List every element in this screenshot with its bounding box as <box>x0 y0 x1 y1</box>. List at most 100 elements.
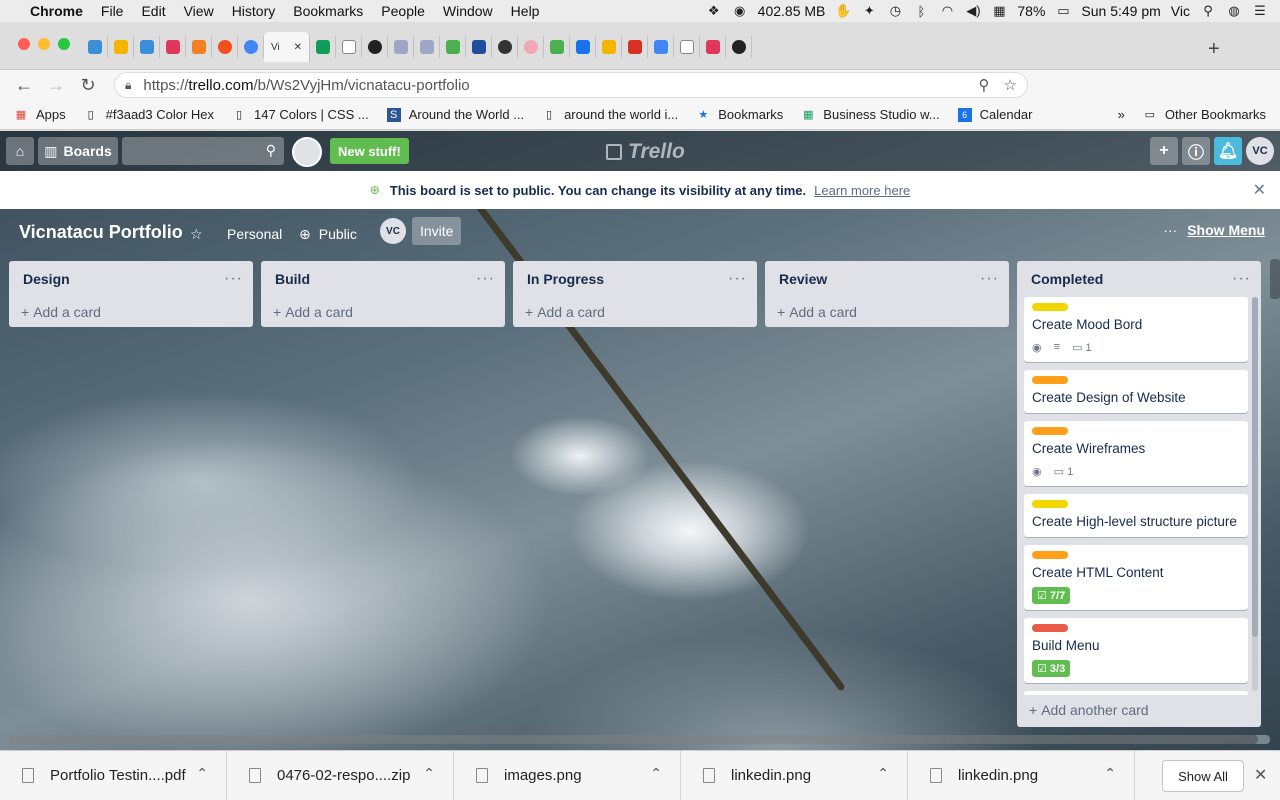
board-scrollbar-thumb[interactable] <box>8 735 1258 744</box>
battery-percent[interactable]: 78% <box>1017 3 1045 19</box>
bluetooth-icon[interactable]: ᛒ <box>913 4 929 19</box>
bookmark-star-icon[interactable]: ☆ <box>1004 76 1017 94</box>
download-item[interactable]: images.png ⌃ <box>454 750 681 800</box>
board-search-input[interactable]: ⚲ <box>122 137 284 165</box>
wifi-icon[interactable]: ◠ <box>939 3 955 18</box>
invite-button[interactable]: Invite <box>412 217 462 245</box>
browser-tab[interactable] <box>186 36 212 58</box>
dropbox-icon[interactable]: ❖ <box>706 3 722 18</box>
new-tab-button[interactable]: + <box>1208 38 1220 61</box>
board-member-avatar[interactable]: VC <box>380 218 406 244</box>
chevron-up-icon[interactable]: ⌃ <box>196 765 208 782</box>
download-item[interactable]: 0476-02-respo....zip ⌃ <box>227 750 454 800</box>
trello-logo[interactable]: Trello <box>606 140 685 164</box>
browser-tab[interactable] <box>726 36 752 58</box>
browser-tab[interactable] <box>596 36 622 58</box>
bookmark-item[interactable]: 6 Calendar <box>957 107 1032 122</box>
create-plus-button[interactable]: + <box>1150 137 1178 165</box>
bookmarks-overflow-button[interactable]: » <box>1118 107 1125 122</box>
add-card-button[interactable]: + Add a card <box>765 297 1009 327</box>
list-title[interactable]: Build <box>275 271 310 287</box>
visibility-button[interactable]: ⊕ Public <box>299 221 357 247</box>
browser-tab[interactable] <box>238 36 264 58</box>
add-card-button[interactable]: + Add a card <box>513 297 757 327</box>
card[interactable]: Create High-level structure picture <box>1024 494 1248 537</box>
browser-tab[interactable] <box>362 36 388 58</box>
card-label[interactable] <box>1032 500 1068 508</box>
browser-tab[interactable] <box>336 36 362 58</box>
siri-icon[interactable]: ◍ <box>1226 3 1242 18</box>
bookmark-item[interactable]: ▯ #f3aad3 Color Hex <box>84 107 214 122</box>
list-scrollbar-thumb[interactable] <box>1252 297 1258 637</box>
browser-tab[interactable] <box>414 36 440 58</box>
card-label[interactable] <box>1032 376 1068 384</box>
boards-button[interactable]: ▥ Boards <box>38 137 118 165</box>
card[interactable]: Create HTML Content ☑ 7/7 <box>1024 545 1248 610</box>
card-label[interactable] <box>1032 624 1068 632</box>
list-menu-icon[interactable]: ··· <box>224 270 243 288</box>
list-title[interactable]: In Progress <box>527 271 604 287</box>
browser-tab[interactable] <box>108 36 134 58</box>
browser-tab[interactable] <box>134 36 160 58</box>
keyboard-icon[interactable]: ▦ <box>991 3 1007 18</box>
minimize-window-button[interactable] <box>38 38 50 50</box>
chevron-up-icon[interactable]: ⌃ <box>650 765 662 782</box>
card-label[interactable] <box>1032 551 1068 559</box>
spotlight-icon[interactable]: ⚲ <box>1200 3 1216 18</box>
list-title[interactable]: Completed <box>1031 271 1103 287</box>
close-tab-icon[interactable]: ✕ <box>294 42 302 53</box>
board-title[interactable]: Vicnatacu Portfolio <box>19 222 183 243</box>
card[interactable]: Create Wireframes ◉ ▭ 1 <box>1024 421 1248 486</box>
menu-help[interactable]: Help <box>511 3 540 19</box>
bookmark-item[interactable]: S Around the World ... <box>386 107 524 122</box>
lock-icon[interactable]: 🔒︎ <box>125 78 131 93</box>
memory-readout[interactable]: 402.85 MB <box>758 3 826 19</box>
menu-app-name[interactable]: Chrome <box>30 3 83 19</box>
card-label[interactable] <box>1032 303 1068 311</box>
memory-monitor-icon[interactable]: ◉ <box>732 3 748 18</box>
bookmark-item[interactable]: ▦ Business Studio w... <box>801 107 940 122</box>
menu-bookmarks[interactable]: Bookmarks <box>293 3 363 19</box>
browser-tab[interactable] <box>492 36 518 58</box>
browser-tab[interactable] <box>212 36 238 58</box>
browser-tab[interactable] <box>700 36 726 58</box>
bookmark-item[interactable]: ★ Bookmarks <box>696 107 783 122</box>
download-item[interactable]: linkedin.png ⌃ <box>681 750 908 800</box>
list-menu-icon[interactable]: ··· <box>1232 270 1251 288</box>
browser-tab[interactable] <box>544 36 570 58</box>
zoom-search-icon[interactable]: ⚲ <box>979 76 990 94</box>
list-title[interactable]: Design <box>23 271 70 287</box>
browser-tab[interactable] <box>570 36 596 58</box>
browser-tab[interactable] <box>466 36 492 58</box>
show-all-downloads-button[interactable]: Show All <box>1162 760 1244 792</box>
other-bookmarks[interactable]: ▭ Other Bookmarks <box>1143 107 1266 122</box>
new-stuff-button[interactable]: New stuff! <box>330 138 409 164</box>
browser-tab[interactable] <box>310 36 336 58</box>
download-item[interactable]: linkedin.png ⌃ <box>908 750 1135 800</box>
browser-tab-active[interactable]: Vi ✕ <box>264 32 310 62</box>
chevron-up-icon[interactable]: ⌃ <box>877 765 889 782</box>
bookmark-item[interactable]: ▯ around the world i... <box>542 107 678 122</box>
learn-more-link[interactable]: Learn more here <box>814 183 910 198</box>
volume-icon[interactable]: ◀) <box>965 3 981 18</box>
info-button[interactable]: ⓘ <box>1182 137 1210 165</box>
user-name[interactable]: Vic <box>1171 3 1190 19</box>
list-scrollbar[interactable] <box>1252 297 1258 691</box>
add-card-button[interactable]: + Add a card <box>9 297 253 327</box>
download-item[interactable]: Portfolio Testin....pdf ⌃ <box>0 750 227 800</box>
menu-people[interactable]: People <box>381 3 425 19</box>
member-avatar[interactable]: VC <box>1246 137 1274 165</box>
card-label[interactable] <box>1032 427 1068 435</box>
notifications-bell-button[interactable]: 🔔︎ <box>1214 137 1242 165</box>
taco-mascot-icon[interactable] <box>292 137 322 167</box>
battery-icon[interactable]: ▭ <box>1055 3 1071 18</box>
browser-tab[interactable] <box>388 36 414 58</box>
back-button[interactable]: ← <box>8 75 40 96</box>
add-another-card-button[interactable]: + Add another card <box>1017 695 1261 725</box>
next-list-edge[interactable] <box>1270 259 1280 299</box>
browser-tab[interactable] <box>674 36 700 58</box>
banner-close-icon[interactable]: ✕ <box>1253 180 1266 200</box>
chevron-up-icon[interactable]: ⌃ <box>1104 765 1116 782</box>
browser-tab[interactable] <box>82 36 108 58</box>
browser-tab[interactable] <box>518 36 544 58</box>
